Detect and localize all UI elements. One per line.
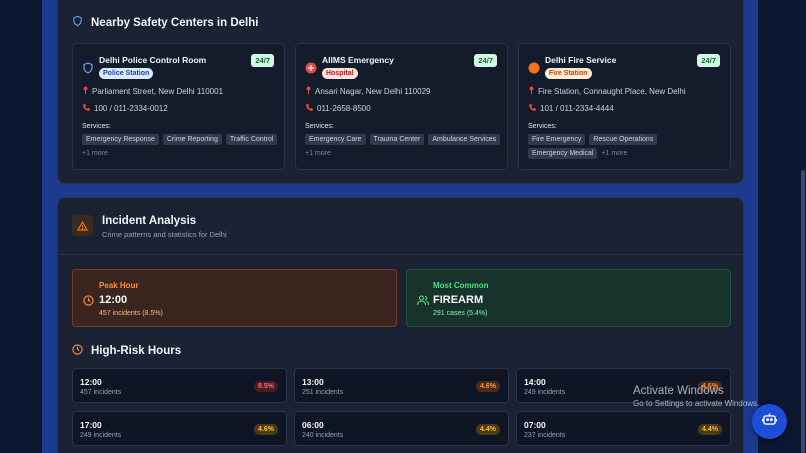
center-name: Delhi Fire Service bbox=[545, 55, 617, 65]
center-type-badge: Police Station bbox=[99, 68, 154, 79]
services-label: Services: bbox=[82, 123, 111, 130]
services-label: Services: bbox=[528, 123, 557, 130]
availability-badge: 24/7 bbox=[251, 54, 274, 67]
bot-icon bbox=[761, 412, 778, 431]
center-name: AIIMS Emergency bbox=[322, 55, 394, 65]
availability-badge: 24/7 bbox=[474, 54, 497, 67]
most-common-card: Most Common FIREARM 291 cases (5.4%) bbox=[406, 269, 731, 327]
center-type-badge: Hospital bbox=[322, 68, 358, 79]
peak-hour-detail: 457 incidents (8.5%) bbox=[99, 310, 163, 317]
high-risk-title: High-Risk Hours bbox=[72, 344, 181, 358]
most-common-label: Most Common bbox=[433, 281, 489, 290]
peak-hour-card: Peak Hour 12:00 457 incidents (8.5%) bbox=[72, 269, 397, 327]
risk-hour-time: 07:00 bbox=[524, 420, 546, 430]
risk-hour-time: 17:00 bbox=[80, 420, 102, 430]
service-chip: Emergency Response bbox=[82, 134, 159, 145]
service-chip: Fire Emergency bbox=[528, 134, 586, 145]
risk-hour-card: 12:00 457 incidents 8.5% bbox=[72, 368, 287, 403]
safety-center-card[interactable]: Delhi Police Control Room Police Station… bbox=[72, 43, 285, 170]
more-services[interactable]: +1 more bbox=[305, 148, 331, 159]
service-chip: Traffic Control bbox=[225, 134, 278, 145]
shield-icon bbox=[72, 15, 83, 30]
safety-center-card[interactable]: Delhi Fire Service Fire Station 24/7 Fir… bbox=[518, 43, 731, 170]
center-address: Parliament Street, New Delhi 110001 bbox=[82, 86, 223, 97]
risk-hour-count: 240 incidents bbox=[302, 432, 344, 439]
hospital-cross-icon bbox=[305, 61, 317, 74]
phone-icon bbox=[82, 103, 91, 114]
risk-hour-count: 457 incidents bbox=[80, 389, 122, 396]
services-label: Services: bbox=[305, 123, 334, 130]
peak-hour-value: 12:00 bbox=[99, 294, 128, 306]
service-chip: Trauma Center bbox=[369, 134, 425, 145]
incident-title: Incident Analysis bbox=[102, 215, 197, 227]
fire-icon bbox=[528, 61, 540, 74]
risk-hour-card: 17:00 249 incidents 4.6% bbox=[72, 411, 287, 446]
center-address: Ansari Nagar, New Delhi 110029 bbox=[305, 86, 430, 97]
divider bbox=[58, 254, 743, 255]
risk-hour-time: 13:00 bbox=[302, 377, 324, 387]
clock-icon bbox=[83, 293, 94, 311]
peak-hour-label: Peak Hour bbox=[99, 281, 139, 290]
service-chip: Emergency Medical bbox=[528, 148, 598, 159]
safety-centers-panel: Nearby Safety Centers in Delhi Delhi Pol… bbox=[57, 0, 744, 184]
page-right-backdrop bbox=[758, 0, 806, 453]
safety-centers-title: Nearby Safety Centers in Delhi bbox=[72, 15, 258, 30]
risk-hour-card: 07:00 237 incidents 4.4% bbox=[516, 411, 731, 446]
service-chip: Ambulance Services bbox=[428, 134, 501, 145]
map-pin-icon bbox=[82, 86, 89, 97]
risk-hour-count: 237 incidents bbox=[524, 432, 566, 439]
more-services[interactable]: +1 more bbox=[601, 148, 627, 159]
users-icon bbox=[416, 293, 430, 311]
availability-badge: 24/7 bbox=[697, 54, 720, 67]
phone-icon bbox=[305, 103, 314, 114]
services-list: Emergency Response Crime Reporting Traff… bbox=[82, 134, 282, 159]
services-list: Emergency Care Trauma Center Ambulance S… bbox=[305, 134, 505, 159]
risk-hour-percent: 4.6% bbox=[476, 381, 500, 392]
risk-hour-time: 14:00 bbox=[524, 377, 546, 387]
shield-icon bbox=[82, 61, 94, 74]
clock-icon bbox=[72, 344, 83, 358]
center-type-badge: Fire Station bbox=[545, 68, 592, 79]
service-chip: Crime Reporting bbox=[162, 134, 222, 145]
risk-hour-time: 06:00 bbox=[302, 420, 324, 430]
incident-subtitle: Crime patterns and statistics for Delhi bbox=[102, 230, 227, 239]
service-chip: Rescue Operations bbox=[589, 134, 658, 145]
incident-header: Incident Analysis Crime patterns and sta… bbox=[72, 215, 227, 239]
center-phone[interactable]: 101 / 011-2334-4444 bbox=[528, 103, 614, 114]
safety-center-card[interactable]: AIIMS Emergency Hospital 24/7 Ansari Nag… bbox=[295, 43, 508, 170]
risk-hour-percent: 4.6% bbox=[254, 424, 278, 435]
risk-hour-percent: 4.4% bbox=[476, 424, 500, 435]
risk-hour-count: 249 incidents bbox=[80, 432, 122, 439]
risk-hour-percent: 4.4% bbox=[698, 424, 722, 435]
most-common-value: FIREARM bbox=[433, 294, 484, 306]
center-phone[interactable]: 011-2658-8500 bbox=[305, 103, 371, 114]
center-address: Fire Station, Connaught Place, New Delhi bbox=[528, 86, 686, 97]
scrollbar[interactable] bbox=[801, 170, 805, 453]
risk-hour-card: 06:00 240 incidents 4.4% bbox=[294, 411, 509, 446]
chatbot-button[interactable] bbox=[752, 404, 787, 439]
page-left-backdrop bbox=[0, 0, 42, 453]
service-chip: Emergency Care bbox=[305, 134, 366, 145]
risk-hour-percent: 8.5% bbox=[254, 381, 278, 392]
risk-hour-card: 13:00 251 incidents 4.6% bbox=[294, 368, 509, 403]
services-list: Fire Emergency Rescue Operations Emergen… bbox=[528, 134, 728, 159]
risk-hour-time: 12:00 bbox=[80, 377, 102, 387]
most-common-detail: 291 cases (5.4%) bbox=[433, 310, 488, 317]
map-pin-icon bbox=[305, 86, 312, 97]
center-name: Delhi Police Control Room bbox=[99, 55, 207, 65]
risk-hour-count: 251 incidents bbox=[302, 389, 344, 396]
center-phone[interactable]: 100 / 011-2334-0012 bbox=[82, 103, 168, 114]
more-services[interactable]: +1 more bbox=[82, 148, 108, 159]
risk-hour-count: 249 incidents bbox=[524, 389, 566, 396]
warning-icon bbox=[72, 215, 93, 236]
map-pin-icon bbox=[528, 86, 535, 97]
phone-icon bbox=[528, 103, 537, 114]
activate-windows-watermark: Activate Windows Go to Settings to activ… bbox=[633, 385, 760, 408]
incident-analysis-panel: Incident Analysis Crime patterns and sta… bbox=[57, 197, 744, 453]
